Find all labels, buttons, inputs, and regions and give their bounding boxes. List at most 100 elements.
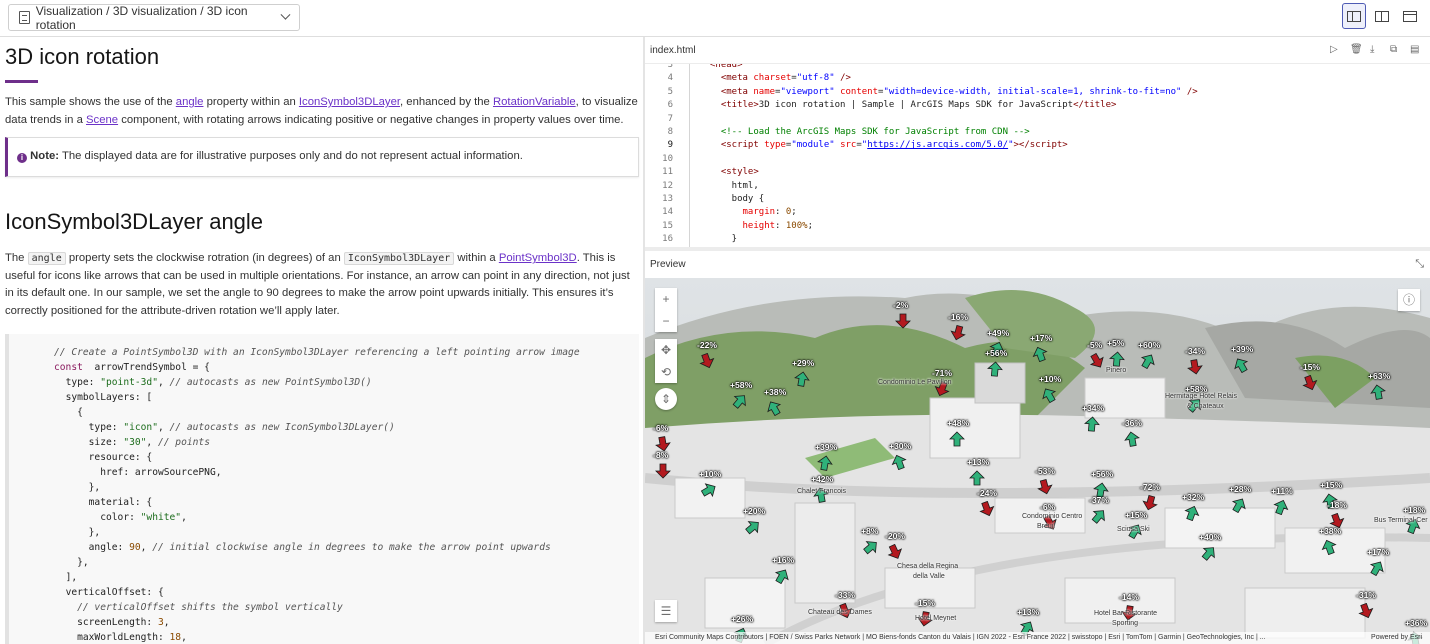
code-line: ], bbox=[54, 570, 639, 585]
up-arrow-icon[interactable] bbox=[987, 361, 1003, 377]
trend-label: -34% bbox=[1185, 346, 1206, 356]
line-number: 3 bbox=[667, 64, 673, 70]
up-arrow-icon[interactable] bbox=[969, 470, 985, 486]
section-t1: The bbox=[5, 252, 28, 265]
down-arrow-icon[interactable] bbox=[1142, 495, 1158, 511]
trend-label: -16% bbox=[948, 312, 969, 322]
line-number: 6 bbox=[667, 100, 673, 111]
code-token: , bbox=[157, 376, 170, 388]
attribution-text: Esri Community Maps Contributors | FOEN … bbox=[655, 634, 1266, 641]
editor-body[interactable]: 3 <head> 4 <meta charset="utf-8" /> 5 <meta… bbox=[645, 64, 1430, 247]
trend-label: -15% bbox=[1300, 362, 1321, 372]
up-arrow-icon[interactable] bbox=[1184, 505, 1200, 521]
trend-label: -71% bbox=[932, 368, 953, 378]
layout-left-icon bbox=[1347, 10, 1361, 22]
legend-button[interactable]: ☰ bbox=[655, 600, 677, 622]
up-arrow-icon[interactable] bbox=[891, 454, 907, 470]
layout-top-button[interactable] bbox=[1398, 3, 1422, 29]
code-token: }, bbox=[88, 481, 101, 493]
up-arrow-icon[interactable] bbox=[774, 568, 790, 584]
info-button[interactable]: ⓘ bbox=[1398, 289, 1420, 311]
up-arrow-icon[interactable] bbox=[1091, 508, 1107, 524]
trend-label: +17% bbox=[1367, 547, 1390, 557]
code-token: }, bbox=[77, 556, 89, 568]
up-arrow-icon[interactable] bbox=[1370, 384, 1386, 400]
trend-label: +10% bbox=[699, 469, 722, 479]
code-token: // autocasts as new IconSymbol3DLayer() bbox=[169, 421, 395, 433]
code-token: }, bbox=[88, 526, 101, 538]
down-arrow-icon[interactable] bbox=[1187, 359, 1203, 375]
trend-label: -14% bbox=[1119, 592, 1140, 602]
expand-icon[interactable]: ⤡ bbox=[1415, 258, 1424, 271]
layout-split-button[interactable] bbox=[1370, 3, 1394, 29]
up-arrow-icon[interactable] bbox=[766, 400, 782, 416]
up-arrow-icon[interactable] bbox=[745, 519, 761, 535]
up-arrow-icon[interactable] bbox=[1233, 357, 1249, 373]
up-arrow-icon[interactable] bbox=[1231, 497, 1247, 513]
up-arrow-icon[interactable] bbox=[1084, 416, 1100, 432]
note-text: The displayed data are for illustrative … bbox=[59, 150, 523, 163]
up-arrow-icon[interactable] bbox=[732, 393, 748, 409]
up-arrow-icon[interactable] bbox=[794, 371, 810, 387]
up-arrow-icon[interactable] bbox=[1041, 387, 1057, 403]
code-token: maxWorldLength: bbox=[77, 631, 170, 643]
editor-filename: index.html bbox=[650, 44, 696, 56]
up-arrow-icon[interactable] bbox=[1273, 499, 1289, 515]
trend-label: +60% bbox=[1138, 340, 1161, 350]
up-arrow-icon[interactable] bbox=[817, 455, 833, 471]
down-arrow-icon[interactable] bbox=[1302, 375, 1318, 391]
down-arrow-icon[interactable] bbox=[1037, 479, 1053, 495]
up-arrow-icon[interactable] bbox=[1140, 353, 1156, 369]
run-icon[interactable]: ▷ bbox=[1330, 45, 1340, 55]
up-arrow-icon[interactable] bbox=[1321, 539, 1337, 555]
down-arrow-icon[interactable] bbox=[895, 313, 911, 329]
down-arrow-icon[interactable] bbox=[1358, 603, 1374, 619]
code-token: color: bbox=[100, 511, 141, 523]
trend-label: +49% bbox=[987, 328, 1010, 338]
save-icon[interactable]: ▤ bbox=[1410, 45, 1420, 55]
list-icon: ☰ bbox=[660, 604, 672, 618]
down-arrow-icon[interactable] bbox=[655, 463, 671, 479]
iconsymbol3dlayer-link[interactable]: IconSymbol3DLayer bbox=[299, 96, 400, 108]
scene-link[interactable]: Scene bbox=[86, 114, 118, 126]
powered-by[interactable]: Powered by Esri bbox=[1371, 632, 1422, 644]
pointsymbol3d-link[interactable]: PointSymbol3D bbox=[499, 252, 577, 264]
down-arrow-icon[interactable] bbox=[1089, 353, 1105, 369]
title-underline bbox=[5, 80, 38, 83]
line-number: 8 bbox=[667, 127, 673, 137]
open-external-icon[interactable]: ⧉ bbox=[1390, 45, 1400, 55]
down-arrow-icon[interactable] bbox=[887, 544, 903, 560]
editor-toolbar: ▷ 🗑 ⤓ ⧉ ▤ bbox=[1330, 45, 1420, 55]
layout-left-panel-button[interactable] bbox=[1342, 3, 1366, 29]
up-arrow-icon[interactable] bbox=[1124, 431, 1140, 447]
trend-label: -6% bbox=[653, 423, 669, 433]
download-icon[interactable]: ⤓ bbox=[1370, 45, 1380, 55]
up-arrow-icon[interactable] bbox=[1369, 560, 1385, 576]
line-number: 10 bbox=[662, 153, 673, 164]
trend-label: +5% bbox=[1107, 338, 1125, 348]
down-arrow-icon[interactable] bbox=[699, 353, 715, 369]
rotationvariable-link[interactable]: RotationVariable bbox=[493, 96, 576, 108]
code-editor: index.html ▷ 🗑 ⤓ ⧉ ▤ 3 <head> 4 <meta char… bbox=[645, 37, 1430, 247]
up-arrow-icon[interactable] bbox=[1032, 346, 1048, 362]
zoom-in-button[interactable]: + bbox=[655, 288, 677, 310]
line-number: 13 bbox=[662, 194, 673, 204]
zoom-out-button[interactable]: − bbox=[655, 310, 677, 332]
down-arrow-icon[interactable] bbox=[950, 325, 966, 341]
rotate-icon[interactable]: ⟲ bbox=[655, 361, 677, 383]
trash-icon[interactable]: 🗑 bbox=[1350, 45, 1363, 55]
up-arrow-icon[interactable] bbox=[863, 539, 879, 555]
pan-icon[interactable]: ✥ bbox=[655, 339, 677, 361]
scene-view[interactable]: -22% -2% -16% +49% +17% +29% +56% -71% +10% +5% -5… bbox=[645, 278, 1430, 644]
up-arrow-icon[interactable] bbox=[1201, 545, 1217, 561]
angle-link[interactable]: angle bbox=[176, 96, 204, 108]
inline-code-layer: IconSymbol3DLayer bbox=[343, 252, 455, 266]
up-arrow-icon[interactable] bbox=[701, 482, 717, 498]
up-arrow-icon[interactable] bbox=[949, 431, 965, 447]
compass-button[interactable]: ⇕ bbox=[655, 388, 677, 410]
trend-label: +39% bbox=[815, 442, 838, 452]
breadcrumb-dropdown[interactable]: Visualization / 3D visualization / 3D ic… bbox=[8, 4, 300, 32]
up-arrow-icon[interactable] bbox=[1109, 351, 1125, 367]
zoom-control: + − bbox=[655, 288, 677, 332]
down-arrow-icon[interactable] bbox=[979, 501, 995, 517]
